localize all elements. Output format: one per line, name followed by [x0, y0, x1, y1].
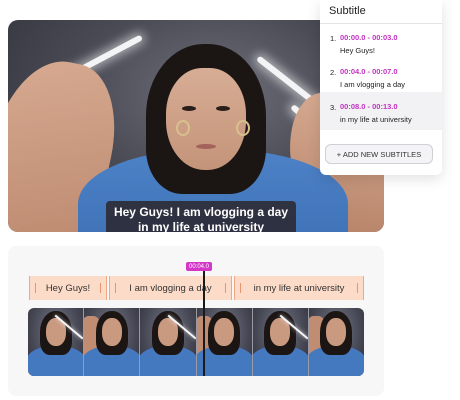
- subtitle-number: 3.: [330, 103, 337, 112]
- subtitle-item-2[interactable]: 2. 00:04.0 - 00:07.0 I am vlogging a day: [320, 58, 442, 89]
- add-new-subtitles-button[interactable]: + ADD NEW SUBTITLES: [325, 144, 433, 164]
- subtitle-time: 00:04.0 - 00:07.0: [340, 67, 398, 76]
- video-thumbnail: [140, 308, 197, 376]
- subtitle-text: in my life at university: [340, 115, 412, 124]
- video-thumbnail: [308, 308, 364, 376]
- segment-label: I am vlogging a day: [129, 282, 212, 294]
- video-caption: Hey Guys! I am vlogging a day in my life…: [106, 201, 296, 232]
- video-thumbnail-strip[interactable]: [28, 308, 364, 376]
- earring: [236, 120, 250, 136]
- timeline: Hey Guys! I am vlogging a day in my life…: [8, 246, 384, 396]
- subtitle-number: 1.: [330, 34, 337, 43]
- earring: [176, 120, 190, 136]
- timeline-segment-1[interactable]: Hey Guys!: [29, 276, 107, 300]
- subtitle-panel: Subtitle 1. 00:00.0 - 00:03.0 Hey Guys! …: [320, 0, 442, 175]
- subtitle-number: 2.: [330, 68, 337, 77]
- subtitle-time: 00:08.0 - 00:13.0: [340, 102, 398, 111]
- person-face: [166, 68, 246, 170]
- video-thumbnail: [252, 308, 309, 376]
- subtitle-item-3[interactable]: 3. 00:08.0 - 00:13.0 in my life at unive…: [320, 92, 442, 130]
- subtitle-text: I am vlogging a day: [340, 80, 406, 89]
- playhead-time-badge[interactable]: 00:04.0: [186, 262, 212, 271]
- timeline-segment-3[interactable]: in my life at university: [234, 276, 364, 300]
- subtitle-item-1[interactable]: 1. 00:00.0 - 00:03.0 Hey Guys!: [320, 24, 442, 55]
- video-thumbnail: [28, 308, 85, 376]
- subtitle-time: 00:00.0 - 00:03.0: [340, 33, 398, 42]
- video-thumbnail: [84, 308, 141, 376]
- segment-label: Hey Guys!: [45, 282, 91, 294]
- timeline-segment-2[interactable]: I am vlogging a day: [109, 276, 232, 300]
- playhead-line[interactable]: [203, 271, 205, 376]
- panel-title: Subtitle: [320, 0, 442, 24]
- subtitle-text: Hey Guys!: [340, 46, 376, 55]
- segment-label: in my life at university: [253, 282, 345, 294]
